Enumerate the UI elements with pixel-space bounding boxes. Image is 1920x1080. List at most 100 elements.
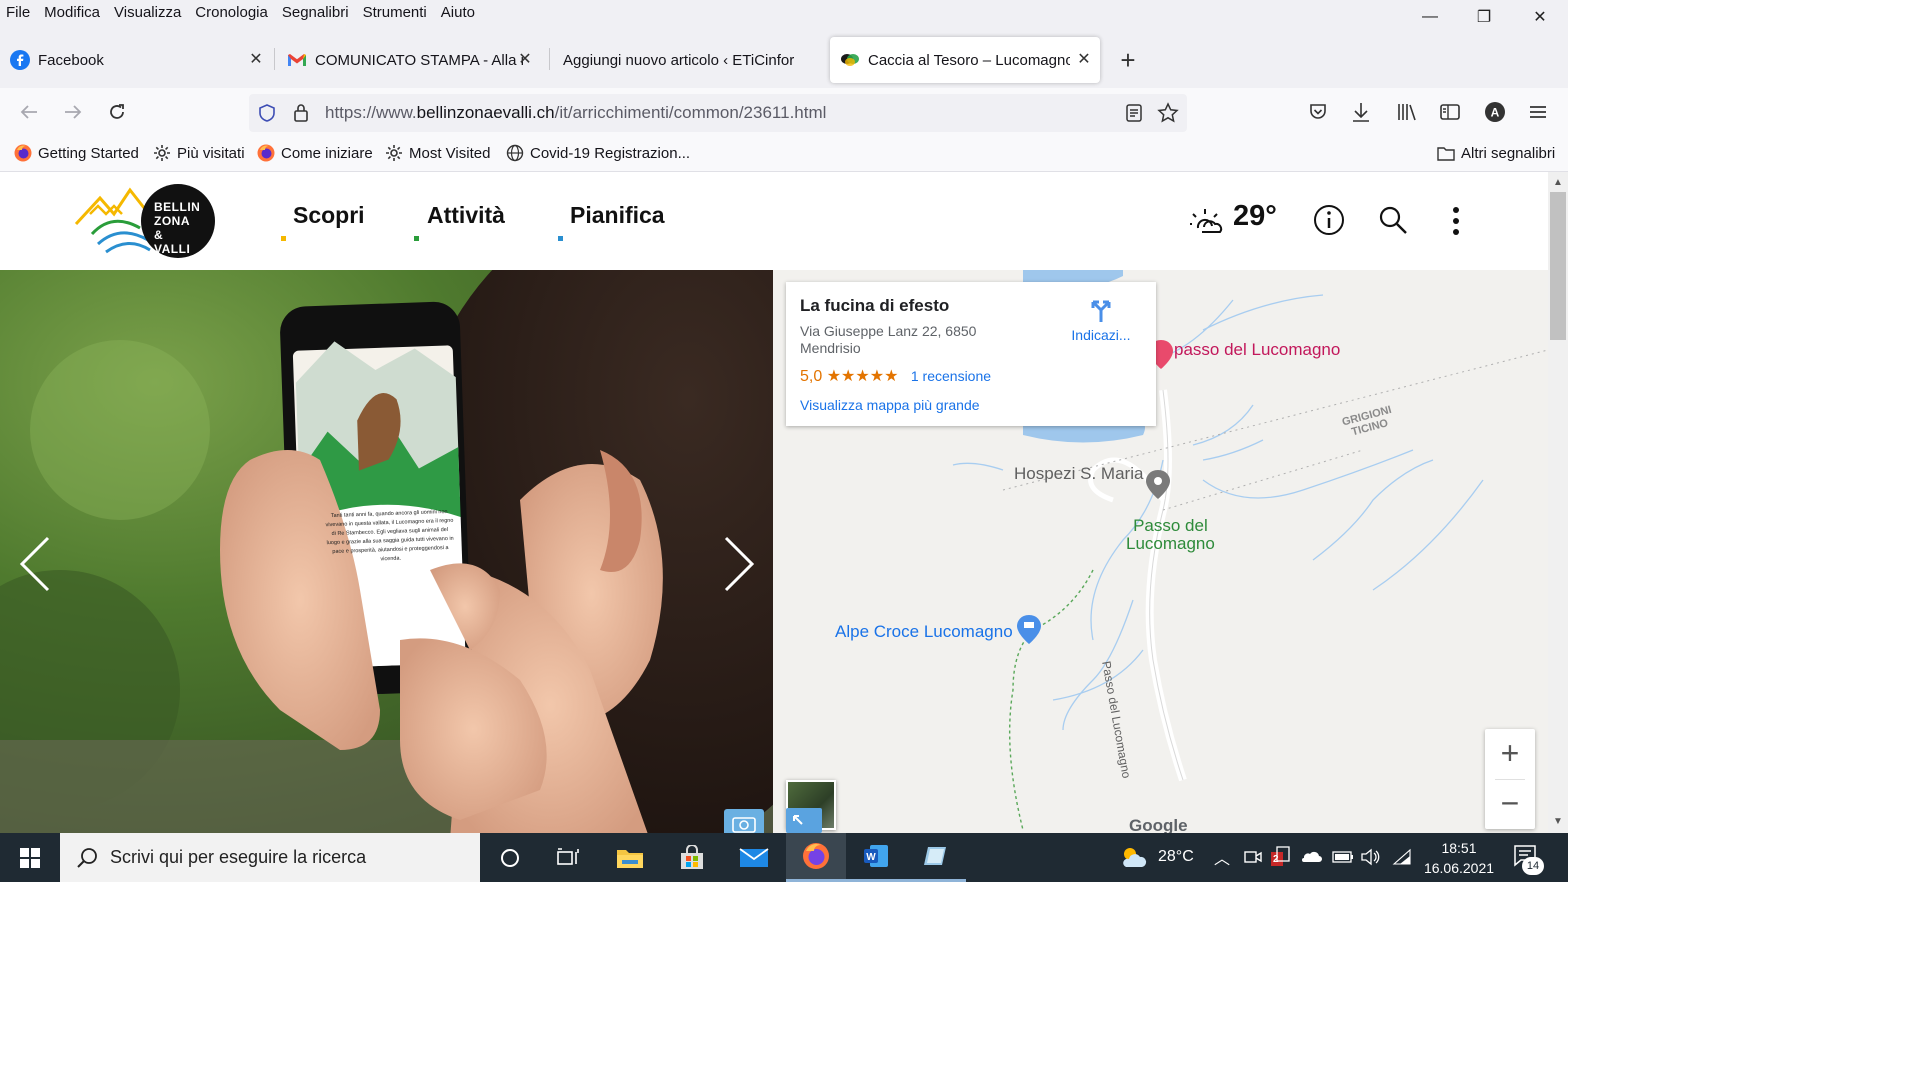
downloads-icon[interactable] [1351,101,1371,128]
page-scrollbar[interactable]: ▲ ▼ [1548,172,1568,833]
mail-icon[interactable] [724,833,784,882]
tab-gmail[interactable]: COMUNICATO STAMPA - Alla ri ✕ [287,37,541,83]
library-icon[interactable] [1396,102,1418,127]
info-icon[interactable] [1313,204,1345,241]
scroll-up-icon[interactable]: ▲ [1553,177,1563,188]
hero-image-carousel[interactable]: Tanti tanti anni fa, quando ancora gli u… [0,270,773,833]
account-avatar-icon[interactable]: A [1484,101,1506,128]
zoom-in-button[interactable]: + [1485,729,1535,779]
menu-cronologia[interactable]: Cronologia [188,0,275,26]
close-tab-icon[interactable]: ✕ [515,50,535,70]
tab-facebook[interactable]: Facebook ✕ [10,37,272,83]
directions-button[interactable]: Indicazi... [1066,296,1136,343]
logo-text: BELLIN ZONA & VALLI [154,200,202,256]
lock-icon[interactable] [293,103,309,128]
partly-cloudy-icon [1190,206,1224,241]
map-label-passo-pin[interactable]: passo del Lucomagno [1174,340,1340,360]
sidebar-icon[interactable] [1439,102,1461,127]
notification-app-icon[interactable]: 2 [1270,846,1290,873]
reader-view-icon[interactable] [1125,103,1143,128]
app-icon[interactable] [906,833,966,882]
bookmark-come-iniziare[interactable]: Come iniziare [257,144,373,162]
file-explorer-icon[interactable] [600,833,660,882]
tab-eticinfo[interactable]: Aggiungi nuovo articolo ‹ ETiCinfor [563,37,821,83]
close-tab-icon[interactable]: ✕ [246,50,266,70]
zoom-out-button[interactable]: − [1485,779,1535,829]
menu-strumenti[interactable]: Strumenti [356,0,434,26]
battery-icon[interactable] [1332,850,1354,868]
fullscreen-expand-icon[interactable] [786,808,822,833]
logo-line: ZONA [154,214,190,228]
map-label-hospezi[interactable]: Hospezi S. Maria [1014,464,1143,484]
menu-bar: File Modifica Visualizza Cronologia Segn… [0,0,1568,26]
volume-icon[interactable] [1360,848,1380,871]
bookmark-covid-19[interactable]: Covid-19 Registrazion... [506,144,690,162]
microsoft-store-icon[interactable] [662,833,722,882]
view-larger-map-link[interactable]: Visualizza mappa più grande [800,397,980,413]
carousel-prev-button[interactable] [4,526,64,602]
taskbar-weather-temp[interactable]: 28°C [1158,848,1194,866]
carousel-next-button[interactable] [708,526,768,602]
tray-chevron-icon[interactable]: ︿ [1214,845,1230,869]
windows-start-icon[interactable] [0,833,60,882]
firefox-taskbar-icon[interactable] [786,833,846,882]
other-bookmarks[interactable]: Altri segnalibri [1437,144,1555,162]
address-bar[interactable]: https://www.bellinzonaevalli.ch/it/arric… [249,94,1187,132]
camera-icon[interactable] [724,809,764,833]
map-label-passo-area[interactable]: Passo del Lucomagno [1126,517,1215,553]
svg-text:A: A [1491,106,1500,120]
scrollbar-thumb[interactable] [1550,192,1566,340]
menu-modifica[interactable]: Modifica [37,0,107,26]
more-menu-icon[interactable] [1452,206,1460,241]
cortana-icon[interactable] [480,833,540,882]
reload-icon[interactable] [103,98,131,126]
nav-pianifica[interactable]: Pianifica [570,202,665,229]
task-view-icon[interactable] [538,833,598,882]
navigation-toolbar: https://www.bellinzonaevalli.ch/it/arric… [0,88,1568,136]
close-tab-icon[interactable]: ✕ [1074,50,1094,70]
bookmark-star-icon[interactable] [1157,102,1179,129]
site-logo[interactable]: BELLIN ZONA & VALLI [74,184,216,258]
facebook-icon [10,50,30,70]
word-icon[interactable]: W [846,833,906,882]
google-map[interactable]: passo del Lucomagno Hospezi S. Maria Pas… [773,270,1548,833]
page-content: BELLIN ZONA & VALLI Scopri Attività Pian… [0,172,1548,833]
logo-line: & VALLI [154,228,191,256]
scroll-down-icon[interactable]: ▼ [1553,816,1563,827]
menu-visualizza[interactable]: Visualizza [107,0,188,26]
nav-attivita[interactable]: Attività [427,202,505,229]
map-label-alpe[interactable]: Alpe Croce Lucomagno [835,622,1013,642]
meet-now-icon[interactable] [1244,848,1262,871]
onedrive-cloud-icon[interactable] [1300,849,1322,868]
bookmark-piu-visitati[interactable]: Più visitati [153,144,245,162]
new-tab-button[interactable]: + [1116,46,1140,74]
shield-icon[interactable] [257,103,277,128]
pocket-icon[interactable] [1308,102,1328,127]
bookmark-label: Come iniziare [281,144,373,162]
menu-file[interactable]: File [0,0,37,26]
reviews-link[interactable]: 1 recensione [911,368,991,384]
taskbar-search-box[interactable]: Scrivi qui per eseguire la ricerca [60,833,480,882]
action-center-icon[interactable]: 14 [1512,843,1546,875]
wifi-icon[interactable] [1392,848,1412,871]
tab-title: COMUNICATO STAMPA - Alla ri [315,51,523,69]
hamburger-menu-icon[interactable] [1528,102,1548,127]
tab-caccia-al-tesoro[interactable]: Caccia al Tesoro – Lucomagno | ✕ [830,37,1100,83]
address-line: Mendrisio [800,340,861,356]
rating-value: 5,0 [800,368,823,385]
bookmark-label: Getting Started [38,144,139,162]
bookmark-most-visited[interactable]: Most Visited [385,144,490,162]
forward-icon[interactable] [59,98,87,126]
tab-divider [274,48,275,70]
tab-title: Caccia al Tesoro – Lucomagno | [868,51,1070,69]
menu-aiuto[interactable]: Aiuto [434,0,482,26]
weather-cloud-sun-icon[interactable] [1120,845,1148,874]
place-address: Via Giuseppe Lanz 22, 6850 Mendrisio [800,323,976,357]
nav-scopri[interactable]: Scopri [293,202,365,229]
back-icon[interactable] [15,98,43,126]
search-icon[interactable] [1378,205,1408,240]
url-text[interactable]: https://www.bellinzonaevalli.ch/it/arric… [325,103,826,123]
menu-segnalibri[interactable]: Segnalibri [275,0,356,26]
taskbar-clock[interactable]: 18:51 16.06.2021 [1420,838,1498,878]
bookmark-getting-started[interactable]: Getting Started [14,144,139,162]
